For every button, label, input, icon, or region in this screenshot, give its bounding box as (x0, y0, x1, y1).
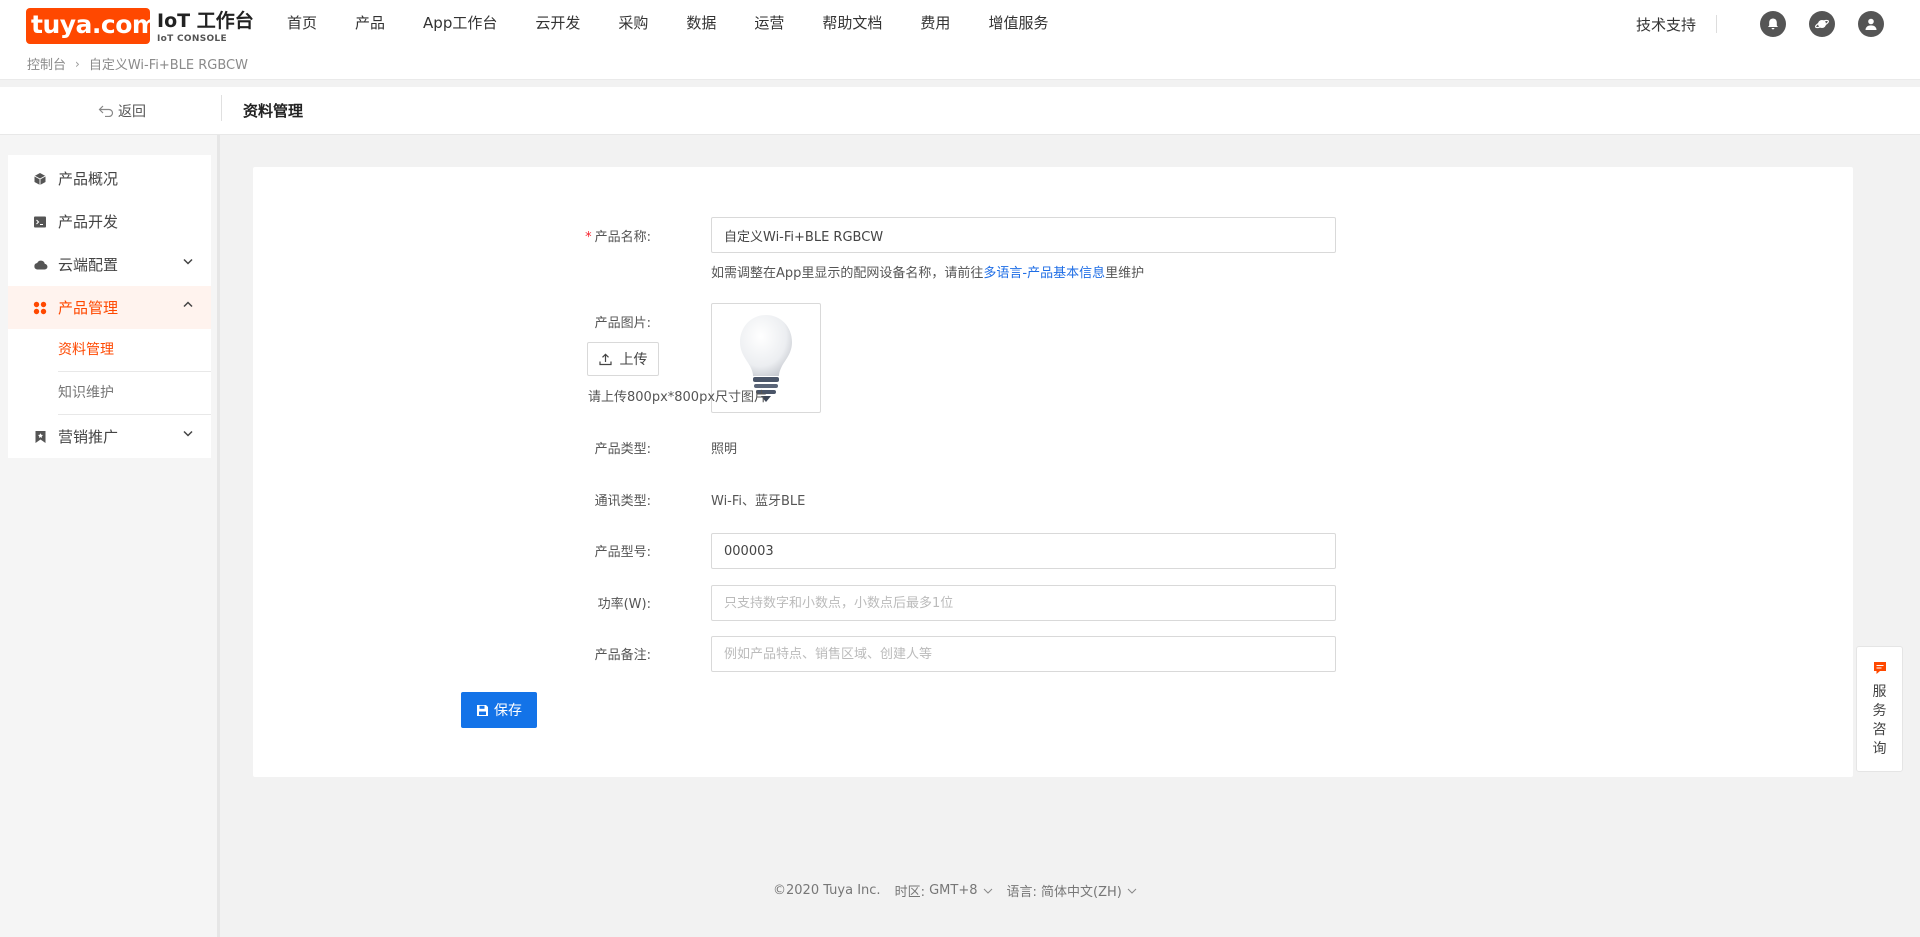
upload-button[interactable]: 上传 (587, 342, 659, 376)
bookmark-icon (32, 429, 48, 445)
save-icon (477, 704, 488, 716)
product-model-input[interactable] (711, 533, 1336, 569)
sidebar-item-marketing[interactable]: 营销推广 (8, 415, 211, 458)
product-type-value: 照明 (711, 442, 738, 457)
language-select[interactable]: 简体中文(ZH) (1041, 881, 1122, 900)
back-arrow-icon (98, 105, 114, 117)
sidebar-subitem-knowledge[interactable]: 知识维护 (8, 372, 211, 415)
main-nav: 首页 产品 App工作台 云开发 采购 数据 运营 帮助文档 费用 增值服务 (287, 10, 1086, 36)
top-bar: tuya.com IoT 工作台 IoT CONSOLE 首页 产品 App工作… (0, 0, 1920, 80)
sidebar-subitem-label: 知识维护 (58, 385, 114, 401)
nav-item-app-workbench[interactable]: App工作台 (423, 10, 497, 36)
back-button[interactable]: 返回 (98, 101, 146, 121)
sidebar-item-label: 营销推广 (58, 428, 119, 446)
copyright: ©2020 Tuya Inc. (773, 883, 881, 898)
chevron-down-icon (183, 258, 193, 265)
brand-subtitle: IoT CONSOLE (157, 34, 227, 44)
power-label: 功率(W): (597, 597, 651, 612)
nav-item-billing[interactable]: 费用 (920, 10, 950, 36)
sidebar-item-label: 产品管理 (58, 299, 119, 317)
chevron-down-icon (183, 430, 193, 437)
sidebar-item-overview[interactable]: 产品概况 (8, 157, 211, 200)
sidebar-item-label: 云端配置 (58, 256, 119, 274)
profile-form-card: *产品名称: 如需调整在App里显示的配网设备名称，请前往多语言-产品基本信息里… (253, 167, 1853, 777)
chevron-down-icon[interactable] (983, 888, 993, 894)
sidebar-item-development[interactable]: 产品开发 (8, 200, 211, 243)
sidebar-item-product-management[interactable]: 产品管理 (8, 286, 211, 329)
breadcrumb-root[interactable]: 控制台 (27, 54, 66, 73)
communication-type-label: 通讯类型: (594, 494, 651, 509)
product-model-label: 产品型号: (594, 545, 651, 560)
planet-icon[interactable] (1809, 11, 1835, 37)
language-label: 语言: (1006, 885, 1037, 900)
product-name-input[interactable] (711, 217, 1336, 253)
footer: ©2020 Tuya Inc. 时区: GMT+8 语言: 简体中文(ZH) (773, 881, 1137, 900)
cube-icon (32, 171, 48, 187)
nav-item-cloud-dev[interactable]: 云开发 (535, 10, 580, 36)
upload-hint: 请上传800px*800px尺寸图片 (588, 390, 768, 405)
sub-header: 返回 资料管理 (0, 87, 1920, 135)
divider (221, 95, 222, 121)
timezone-label: 时区: (894, 885, 925, 900)
breadcrumb: 控制台 › 自定义Wi-Fi+BLE RGBCW (27, 54, 248, 74)
bell-icon[interactable] (1760, 11, 1786, 37)
sidebar-menu: 产品概况 产品开发 云端配置 产品管理 资料管理 知识维护 营销推广 (8, 155, 211, 458)
timezone-select[interactable]: GMT+8 (929, 883, 977, 898)
product-type-label: 产品类型: (594, 442, 651, 457)
user-icon[interactable] (1858, 11, 1884, 37)
chevron-up-icon (183, 301, 193, 308)
product-remark-label: 产品备注: (594, 648, 651, 663)
chevron-right-icon: › (75, 56, 80, 71)
sidebar-subitem-profile-management[interactable]: 资料管理 (8, 329, 211, 372)
product-name-label: * 产品名称: (585, 230, 651, 245)
upload-icon (598, 352, 612, 365)
nav-item-products[interactable]: 产品 (355, 10, 385, 36)
brand-title: IoT 工作台 (157, 10, 254, 32)
grid-icon (32, 300, 48, 316)
back-label: 返回 (118, 104, 146, 120)
service-consult-button[interactable]: 服务咨询 (1856, 646, 1903, 772)
power-input[interactable] (711, 585, 1336, 621)
nav-item-data[interactable]: 数据 (686, 10, 716, 36)
tech-support-link[interactable]: 技术支持 (1636, 14, 1696, 35)
breadcrumb-current: 自定义Wi-Fi+BLE RGBCW (88, 58, 248, 73)
cloud-icon (32, 257, 48, 273)
sidebar-item-cloud-config[interactable]: 云端配置 (8, 243, 211, 286)
nav-item-value-added[interactable]: 增值服务 (988, 10, 1048, 36)
sidebar-subitem-label: 资料管理 (58, 342, 114, 358)
product-name-hint: 如需调整在App里显示的配网设备名称，请前往多语言-产品基本信息里维护 (711, 266, 1145, 281)
page-title: 资料管理 (243, 102, 304, 120)
product-remark-input[interactable] (711, 636, 1336, 672)
service-consult-label: 服务咨询 (1872, 684, 1887, 757)
divider (1716, 15, 1717, 33)
communication-type-value: Wi-Fi、蓝牙BLE (711, 494, 806, 509)
nav-item-help-docs[interactable]: 帮助文档 (822, 10, 882, 36)
save-button[interactable]: 保存 (461, 692, 537, 728)
sidebar: 产品概况 产品开发 云端配置 产品管理 资料管理 知识维护 营销推广 (0, 135, 220, 937)
tuya-logo[interactable]: tuya.com (26, 8, 158, 44)
chevron-down-icon[interactable] (1127, 888, 1137, 894)
terminal-icon (32, 214, 48, 230)
nav-item-purchase[interactable]: 采购 (618, 10, 648, 36)
chat-icon (1873, 662, 1886, 674)
multilingual-info-link[interactable]: 多语言-产品基本信息 (983, 266, 1105, 281)
brand: IoT 工作台 IoT CONSOLE (157, 10, 254, 44)
product-image-label: 产品图片: (594, 316, 651, 331)
sidebar-item-label: 产品概况 (58, 170, 119, 188)
nav-item-home[interactable]: 首页 (287, 10, 317, 36)
sidebar-item-label: 产品开发 (58, 213, 119, 231)
nav-item-operations[interactable]: 运营 (754, 10, 784, 36)
top-right-tools: 技术支持 (1636, 11, 1884, 37)
